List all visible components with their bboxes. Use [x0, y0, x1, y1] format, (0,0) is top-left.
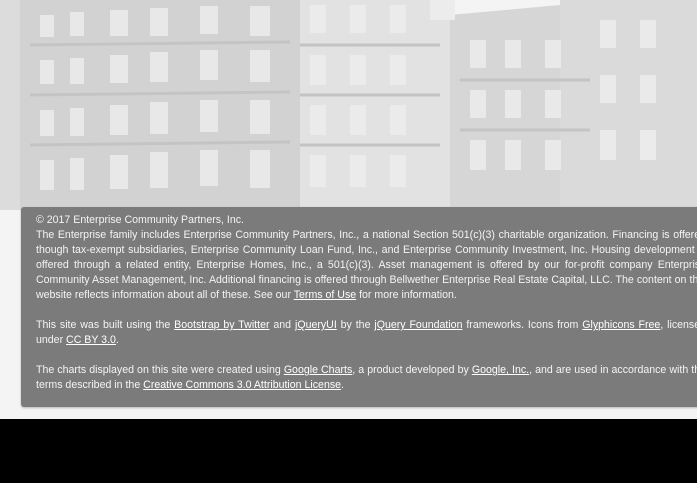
charts-text-segment: .: [341, 379, 344, 391]
charts-text-segment: The charts displayed on this site were c…: [36, 364, 284, 376]
copyright-notice: © 2017 Enterprise Community Partners, In…: [36, 214, 244, 226]
legal-text-segment: for more information.: [356, 289, 457, 301]
terms-of-use-link[interactable]: Terms of Use: [294, 289, 356, 301]
google-inc-link[interactable]: Google, Inc.: [472, 364, 529, 376]
footer-legal-panel: © 2017 Enterprise Community Partners, In…: [21, 207, 697, 407]
footer-charts-text: The charts displayed on this site were c…: [36, 363, 697, 393]
cc-by-link[interactable]: CC BY 3.0: [66, 334, 116, 346]
page: © 2017 Enterprise Community Partners, In…: [0, 0, 697, 483]
credits-text-segment: frameworks. Icons from: [462, 319, 583, 331]
creative-commons-link[interactable]: Creative Commons 3.0 Attribution License: [143, 379, 341, 391]
jqueryui-link[interactable]: jQueryUI: [295, 319, 337, 331]
jquery-foundation-link[interactable]: jQuery Foundation: [374, 319, 462, 331]
bottom-black-area: [0, 419, 697, 483]
credits-text-segment: .: [115, 334, 119, 346]
bootstrap-link[interactable]: Bootstrap by Twitter: [174, 319, 269, 331]
google-charts-link[interactable]: Google Charts: [284, 364, 352, 376]
footer-legal-text: © 2017 Enterprise Community Partners, In…: [36, 213, 697, 303]
glyphicons-link[interactable]: Glyphicons Free: [582, 319, 660, 331]
credits-text-segment: by the: [336, 319, 375, 331]
charts-text-segment: , a product developed by: [352, 364, 472, 376]
credits-text-segment: This site was built using the: [36, 319, 175, 331]
footer-credits-text: This site was built using the Bootstrap …: [36, 318, 697, 348]
credits-text-segment: and: [269, 319, 295, 331]
